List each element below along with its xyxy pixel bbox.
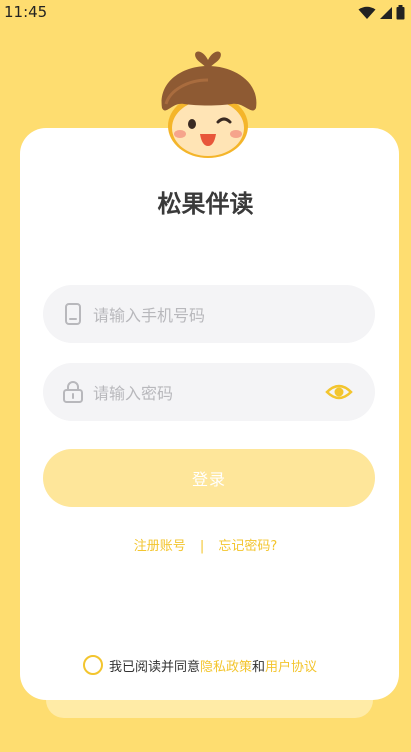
acorn-mascot-icon	[161, 51, 257, 158]
eye-icon[interactable]	[325, 380, 353, 404]
register-link[interactable]: 注册账号	[134, 539, 186, 554]
privacy-policy-link[interactable]: 隐私政策	[200, 656, 252, 675]
status-icons	[358, 5, 405, 20]
wifi-icon	[358, 6, 376, 19]
signal-icon	[380, 6, 392, 19]
app-title: 松果伴读	[157, 190, 254, 218]
password-field[interactable]	[43, 363, 375, 423]
phone-field[interactable]	[43, 285, 375, 345]
login-button[interactable]: 登录	[43, 449, 375, 507]
user-agreement-link[interactable]: 用户协议	[265, 656, 317, 675]
link-separator: |	[199, 539, 205, 554]
account-links: 注册账号 | 忘记密码?	[0, 535, 411, 554]
password-input[interactable]	[91, 363, 325, 423]
phone-input[interactable]	[91, 285, 325, 345]
phone-icon	[65, 303, 81, 325]
forgot-password-link[interactable]: 忘记密码?	[218, 539, 277, 554]
agreement-and: 和	[252, 659, 266, 675]
status-bar: 11:45	[0, 0, 411, 26]
status-time: 11:45	[4, 3, 48, 21]
lock-icon	[63, 381, 83, 403]
battery-icon	[396, 5, 405, 20]
agreement-prefix: 我已阅读并同意	[109, 659, 201, 675]
agreement-row: 我已阅读并同意 隐私政策 和 用户协议	[83, 655, 317, 675]
agreement-radio-icon[interactable]	[83, 655, 103, 675]
login-screen: 11:45 松果伴读 请输入手机号码 登录 注册账号 | 忘记密码? 我已阅读并…	[0, 0, 411, 752]
